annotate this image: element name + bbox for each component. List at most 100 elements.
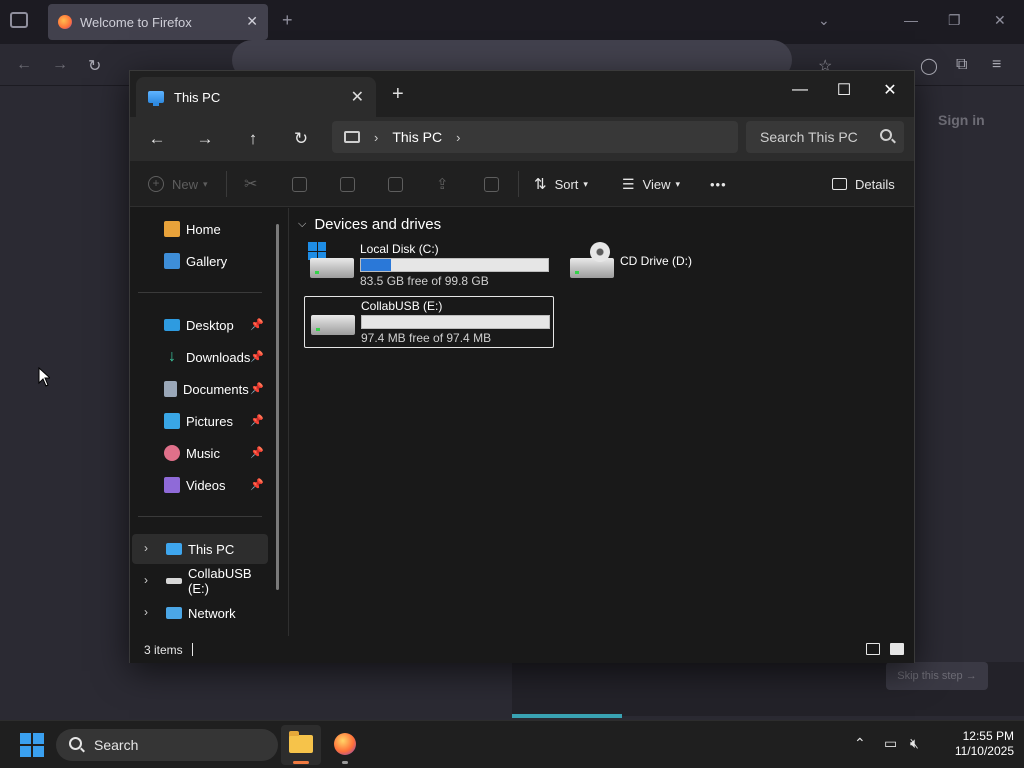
drive-usage-bar bbox=[360, 258, 549, 272]
pin-icon[interactable]: 📌 bbox=[250, 350, 264, 363]
search-icon bbox=[69, 737, 82, 750]
firefox-icon bbox=[334, 733, 356, 755]
forward-button[interactable]: → bbox=[190, 125, 220, 153]
sidebar-item-videos[interactable]: Videos 📌 bbox=[130, 470, 270, 500]
firefox-new-tab-button[interactable]: + bbox=[282, 10, 293, 31]
more-options-button[interactable]: ••• bbox=[710, 173, 727, 195]
videos-icon bbox=[164, 477, 180, 493]
copy-icon[interactable] bbox=[292, 173, 307, 195]
up-button[interactable]: ↑ bbox=[238, 125, 268, 153]
sidebar-item-documents[interactable]: Documents 📌 bbox=[130, 374, 270, 404]
rename-icon[interactable] bbox=[388, 173, 403, 195]
share-icon[interactable]: ⇪ bbox=[436, 173, 449, 195]
paste-icon[interactable] bbox=[340, 173, 355, 195]
firefox-tab-overflow-icon[interactable]: ⌄ bbox=[818, 12, 830, 29]
pin-icon[interactable]: 📌 bbox=[250, 382, 264, 395]
pin-icon[interactable]: 📌 bbox=[250, 414, 264, 427]
windows-start-icon[interactable] bbox=[20, 733, 44, 757]
breadcrumb-chevron-icon[interactable]: › bbox=[374, 130, 378, 145]
firefox-close-button[interactable]: ✕ bbox=[994, 12, 1006, 29]
sidebar-item-music[interactable]: Music 📌 bbox=[130, 438, 270, 468]
taskbar-file-explorer[interactable] bbox=[281, 725, 321, 765]
cd-disc-icon bbox=[590, 242, 610, 262]
sidebar-item-collabusb[interactable]: › CollabUSB (E:) bbox=[132, 566, 272, 596]
sidebar-item-downloads[interactable]: ↓ Downloads 📌 bbox=[130, 342, 270, 372]
sort-button[interactable]: ⇅ Sort ▾ bbox=[534, 173, 588, 195]
sidebar-item-desktop[interactable]: Desktop 📌 bbox=[130, 310, 270, 340]
clock-time: 12:55 PM bbox=[962, 729, 1014, 743]
cut-icon[interactable]: ✂ bbox=[244, 173, 257, 195]
folder-icon bbox=[289, 731, 313, 753]
address-bar[interactable]: › This PC › bbox=[332, 121, 738, 153]
pane-splitter[interactable] bbox=[288, 208, 289, 636]
view-button[interactable]: ☰ View ▾ bbox=[622, 173, 680, 195]
display-icon[interactable]: ▭ bbox=[884, 735, 897, 752]
network-icon bbox=[166, 607, 182, 619]
firefox-minimize-button[interactable]: — bbox=[904, 12, 918, 28]
firefox-tab[interactable]: Welcome to Firefox ✕ bbox=[48, 4, 268, 40]
firefox-reload-button[interactable]: ↻ bbox=[88, 56, 101, 76]
explorer-tab[interactable]: This PC ✕ bbox=[136, 77, 376, 117]
usb-drive-icon bbox=[311, 315, 355, 335]
pin-icon[interactable]: 📌 bbox=[250, 318, 264, 331]
sidebar-item-gallery[interactable]: Gallery bbox=[130, 246, 270, 276]
sidebar-item-this-pc[interactable]: › This PC bbox=[132, 534, 268, 564]
firefox-account-icon[interactable]: ◯ bbox=[920, 56, 938, 76]
chevron-down-icon: ▾ bbox=[675, 178, 681, 189]
firefox-menu-icon[interactable]: ≡ bbox=[992, 56, 1001, 74]
details-button-label: Details bbox=[855, 176, 895, 192]
close-button[interactable]: ✕ bbox=[868, 75, 912, 105]
firefox-extensions-icon[interactable]: ⧉ bbox=[956, 56, 967, 74]
chevron-right-icon[interactable]: › bbox=[144, 541, 148, 555]
sidebar-item-label: Downloads bbox=[186, 349, 251, 365]
sidebar-item-network[interactable]: › Network bbox=[132, 598, 272, 628]
sidebar-item-pictures[interactable]: Pictures 📌 bbox=[130, 406, 270, 436]
sidebar-item-home[interactable]: Home bbox=[130, 214, 270, 244]
clock-date: 11/10/2025 bbox=[954, 744, 1014, 758]
firefox-tab-list-icon[interactable] bbox=[10, 12, 28, 28]
firefox-favicon-icon bbox=[58, 15, 72, 29]
large-icons-view-icon[interactable] bbox=[890, 643, 904, 655]
chevron-right-icon[interactable]: › bbox=[144, 573, 148, 587]
new-tab-button[interactable]: + bbox=[392, 83, 404, 106]
firefox-back-button[interactable]: ← bbox=[16, 56, 32, 74]
usb-drive-icon bbox=[166, 578, 182, 584]
delete-icon[interactable] bbox=[484, 173, 499, 195]
download-icon: ↓ bbox=[168, 348, 176, 365]
breadcrumb-chevron-icon[interactable]: › bbox=[456, 130, 460, 145]
details-button[interactable]: Details bbox=[832, 173, 895, 195]
refresh-button[interactable]: ↻ bbox=[286, 125, 316, 153]
taskbar-firefox[interactable] bbox=[325, 725, 365, 765]
drive-item-d[interactable]: CD Drive (D:) bbox=[564, 240, 814, 292]
search-box[interactable]: Search This PC bbox=[746, 121, 904, 153]
taskbar-search-box[interactable]: Search bbox=[56, 729, 278, 761]
firefox-sign-in-button[interactable]: Sign in bbox=[938, 112, 985, 128]
drive-item-e[interactable]: CollabUSB (E:) 97.4 MB free of 97.4 MB bbox=[304, 296, 554, 348]
volume-muted-icon[interactable]: 🔇︎ bbox=[910, 735, 919, 752]
sidebar-scrollbar[interactable] bbox=[276, 224, 279, 590]
firefox-skip-step-button[interactable]: Skip this step → bbox=[886, 662, 988, 690]
explorer-title-bar[interactable]: This PC ✕ + — ☐ ✕ bbox=[130, 71, 914, 117]
document-icon bbox=[164, 381, 177, 397]
new-button-label: New bbox=[172, 176, 199, 192]
tab-close-icon[interactable]: ✕ bbox=[351, 87, 364, 107]
firefox-tab-close-icon[interactable]: ✕ bbox=[246, 13, 258, 30]
minimize-button[interactable]: — bbox=[778, 75, 822, 105]
pin-icon[interactable]: 📌 bbox=[250, 446, 264, 459]
details-view-icon[interactable] bbox=[866, 643, 880, 655]
breadcrumb-this-pc[interactable]: This PC bbox=[392, 129, 442, 145]
firefox-forward-button[interactable]: → bbox=[52, 56, 68, 74]
system-clock[interactable]: 12:55 PM 11/10/2025 bbox=[934, 729, 1014, 759]
chevron-right-icon[interactable]: › bbox=[144, 605, 148, 619]
drive-item-c[interactable]: Local Disk (C:) 83.5 GB free of 99.8 GB bbox=[304, 240, 554, 292]
chevron-up-icon[interactable]: ⌃ bbox=[854, 735, 866, 752]
firefox-restore-button[interactable]: ❐ bbox=[948, 12, 961, 29]
group-header[interactable]: ⌵ Devices and drives bbox=[298, 216, 441, 233]
sidebar-item-label: Music bbox=[186, 445, 220, 461]
explorer-tab-title: This PC bbox=[174, 89, 221, 105]
back-button[interactable]: ← bbox=[142, 125, 172, 153]
maximize-button[interactable]: ☐ bbox=[822, 75, 866, 105]
new-button[interactable]: + New ▾ bbox=[148, 173, 208, 195]
pin-icon[interactable]: 📌 bbox=[250, 478, 264, 491]
firefox-onboarding-progress bbox=[512, 714, 622, 718]
